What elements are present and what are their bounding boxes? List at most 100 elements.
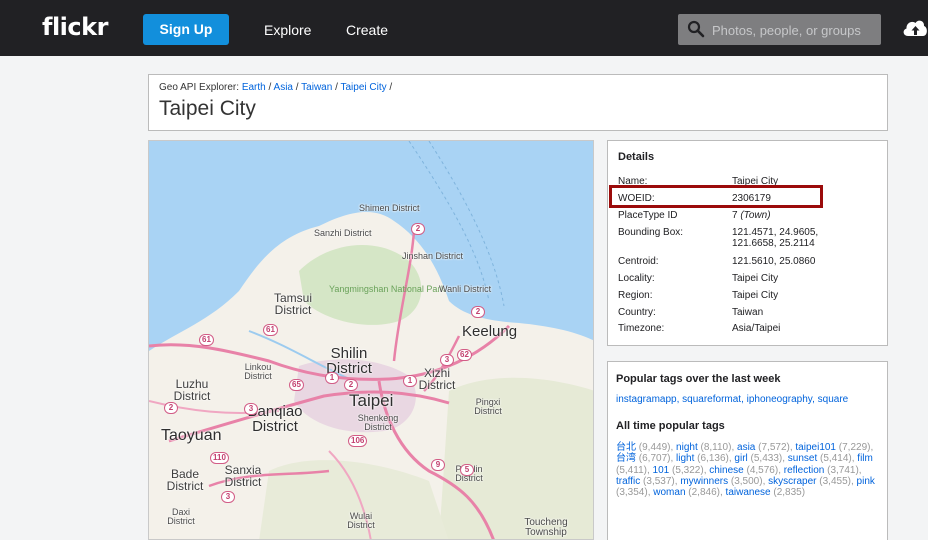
breadcrumb-taiwan[interactable]: Taiwan xyxy=(301,82,332,93)
place-map[interactable]: Shimen District Sanzhi District Jinshan … xyxy=(148,140,594,540)
road-shield: 2 xyxy=(471,306,485,318)
page-title: Taipei City xyxy=(159,97,256,120)
road-shield: 3 xyxy=(221,491,235,503)
tag-link[interactable]: taipei101 xyxy=(795,442,836,453)
map-label-taoyuan: Taoyuan xyxy=(161,427,222,444)
alltime-tags-list: 台北 (9,449), night (8,110), asia (7,572),… xyxy=(616,442,875,499)
breadcrumb-asia[interactable]: Asia xyxy=(274,82,293,93)
road-shield: 5 xyxy=(460,464,474,476)
map-label-toucheng: Toucheng Township xyxy=(524,517,568,538)
road-shield: 2 xyxy=(164,402,178,414)
place-header: Geo API Explorer: Earth / Asia / Taiwan … xyxy=(148,74,888,131)
tag-link[interactable]: taiwanese xyxy=(726,487,771,498)
detail-label-centroid: Centroid: xyxy=(618,256,659,267)
detail-label-timezone: Timezone: xyxy=(618,323,665,334)
road-shield: 1 xyxy=(325,372,339,384)
tag-link[interactable]: asia xyxy=(737,442,755,453)
tag-link[interactable]: square xyxy=(818,394,849,405)
road-shield: 9 xyxy=(431,459,445,471)
breadcrumb-prefix: Geo API Explorer: xyxy=(159,82,240,93)
map-label-sanzhi: Sanzhi District xyxy=(314,228,372,238)
detail-value-country: Taiwan xyxy=(732,307,764,318)
map-label-shilin: Shilin District xyxy=(326,345,372,377)
map-label-xizhi: Xizhi District xyxy=(418,366,456,392)
map-label-keelung: Keelung xyxy=(462,323,518,340)
road-shield: 1 xyxy=(403,375,417,387)
map-label-taipei: Taipei xyxy=(349,391,394,410)
map-label-tamsui: Tamsui District xyxy=(273,291,312,317)
road-shield: 106 xyxy=(348,435,368,447)
breadcrumb-earth[interactable]: Earth xyxy=(242,82,266,93)
road-shield: 61 xyxy=(199,334,214,346)
road-shield: 61 xyxy=(263,324,278,336)
tag-link[interactable]: squareformat xyxy=(682,394,741,405)
tag-link[interactable]: night xyxy=(676,442,698,453)
map-label-shimen: Shimen District xyxy=(359,203,420,213)
road-shield: 65 xyxy=(289,379,304,391)
search-icon[interactable] xyxy=(687,20,705,38)
breadcrumb-taipei-city[interactable]: Taipei City xyxy=(340,82,386,93)
tag-link[interactable]: girl xyxy=(734,453,747,464)
tag-link[interactable]: sunset xyxy=(788,453,817,464)
road-shield: 2 xyxy=(411,223,425,235)
detail-label-region: Region: xyxy=(618,290,653,301)
tag-link[interactable]: skyscraper xyxy=(768,476,816,487)
detail-label-locality: Locality: xyxy=(618,273,655,284)
detail-label-placetype: PlaceType ID xyxy=(618,210,678,221)
recent-tags-heading: Popular tags over the last week xyxy=(616,373,781,385)
detail-value-timezone: Asia/Taipei xyxy=(732,323,781,334)
road-shield: 110 xyxy=(210,452,229,464)
map-label-yangmingshan: Yangmingshan National Park xyxy=(329,284,445,294)
detail-value-bbox: 121.4571, 24.9605, 121.6658, 25.2114 xyxy=(732,227,819,249)
tag-link[interactable]: woman xyxy=(653,487,685,498)
detail-label-country: Country: xyxy=(618,307,656,318)
search-box[interactable]: Photos, people, or groups xyxy=(678,14,881,45)
detail-value-centroid: 121.5610, 25.0860 xyxy=(732,256,816,267)
details-heading: Details xyxy=(618,151,655,163)
tag-link[interactable]: 台北 xyxy=(616,442,636,453)
nav-create-link[interactable]: Create xyxy=(346,22,388,38)
map-label-sanxia: Sanxia District xyxy=(224,463,262,489)
flickr-logo[interactable]: flickr xyxy=(42,13,108,41)
road-shield: 62 xyxy=(457,349,472,361)
nav-explore-link[interactable]: Explore xyxy=(264,22,311,38)
tag-link[interactable]: 台湾 xyxy=(616,453,636,464)
detail-value-region: Taipei City xyxy=(732,290,779,301)
upload-cloud-icon[interactable] xyxy=(902,17,928,39)
map-label-daxi: Daxi District xyxy=(167,507,195,526)
top-nav-bar: flickr Sign Up Explore Create Photos, pe… xyxy=(0,0,928,56)
tag-link[interactable]: mywinners xyxy=(680,476,728,487)
tag-link[interactable]: film xyxy=(857,453,873,464)
tag-link[interactable]: light xyxy=(676,453,694,464)
detail-value-locality: Taipei City xyxy=(732,273,779,284)
tag-link[interactable]: instagramapp xyxy=(616,394,677,405)
tags-panel: Popular tags over the last week instagra… xyxy=(607,361,888,540)
sign-up-button[interactable]: Sign Up xyxy=(143,14,229,45)
tag-link[interactable]: pink xyxy=(857,476,875,487)
breadcrumb: Geo API Explorer: Earth / Asia / Taiwan … xyxy=(159,82,393,93)
details-panel: Details Name: Taipei City WOEID: 2306179… xyxy=(607,140,888,346)
map-graphics xyxy=(149,141,593,539)
tag-link[interactable]: reflection xyxy=(784,465,825,476)
map-label-bade: Bade District xyxy=(166,467,204,493)
alltime-tags-heading: All time popular tags xyxy=(616,420,725,432)
road-shield: 2 xyxy=(344,379,358,391)
map-label-jinshan: Jinshan District xyxy=(402,251,464,261)
map-label-luzhu: Luzhu District xyxy=(173,377,211,403)
map-label-linkou: Linkou District xyxy=(244,362,272,381)
woeid-highlight-box xyxy=(609,185,823,208)
road-shield: 3 xyxy=(440,354,454,366)
map-label-wulai: Wulai District xyxy=(347,511,375,530)
road-shield: 3 xyxy=(244,403,258,415)
search-input[interactable]: Photos, people, or groups xyxy=(712,23,861,38)
recent-tags-list: instagramapp, squareformat, iphoneograph… xyxy=(616,394,849,405)
map-label-wanli: Wanli District xyxy=(439,284,492,294)
tag-link[interactable]: 101 xyxy=(653,465,670,476)
tag-link[interactable]: chinese xyxy=(709,465,743,476)
detail-label-bbox: Bounding Box: xyxy=(618,227,684,238)
detail-value-placetype: 7 (Town) xyxy=(732,210,771,221)
tag-link[interactable]: iphoneography xyxy=(747,394,812,405)
tag-link[interactable]: traffic xyxy=(616,476,640,487)
map-label-shenkeng: Shenkeng District xyxy=(357,413,399,432)
map-label-pingxi: Pingxi District xyxy=(474,397,502,416)
